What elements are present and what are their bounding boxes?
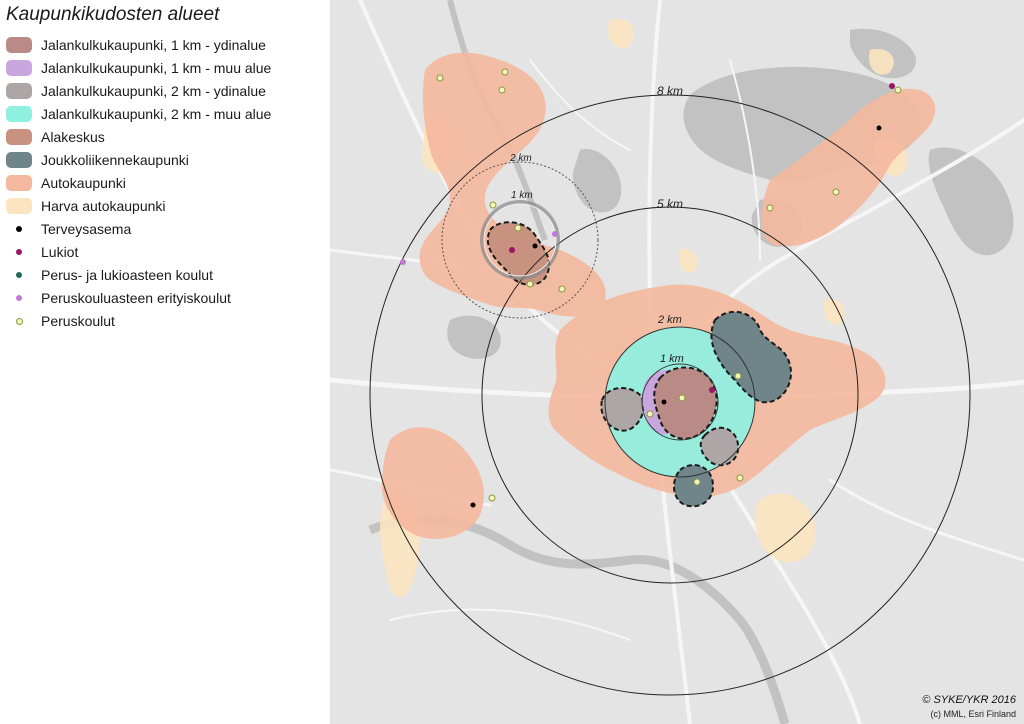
legend-label: Autokaupunki [41, 175, 126, 191]
legend-swatch [6, 152, 32, 168]
legend-dot-icon [16, 226, 22, 232]
legend-symbol [6, 267, 32, 283]
river [368, 514, 790, 724]
road [389, 608, 631, 641]
legend-swatch [6, 37, 32, 53]
legend-label: Perus- ja lukioasteen koulut [41, 267, 213, 283]
legend-item: Harva autokaupunki [6, 196, 166, 216]
legend-label: Jalankulkukaupunki, 1 km - muu alue [41, 60, 272, 76]
legend-symbol [6, 290, 32, 306]
legend-item: Peruskouluasteen erityiskoulut [6, 288, 231, 308]
lake [928, 147, 1014, 256]
copyright-syke: © SYKE/YKR 2016 [922, 694, 1016, 706]
ring-5km-label: 5 km [657, 197, 684, 211]
erityiskoulu-point [552, 231, 558, 237]
legend-swatch [6, 198, 32, 214]
legend-dot-icon [16, 295, 22, 301]
legend-swatch [6, 106, 32, 122]
map-view[interactable]: 8 km 5 km 2 km 1 km 2 km 1 km © SYKE/YKR… [330, 0, 1024, 724]
legend-label: Terveysasema [41, 221, 132, 237]
legend-label: Jalankulkukaupunki, 1 km - ydinalue [41, 37, 266, 53]
road [828, 478, 1024, 562]
legend-dot-icon [16, 249, 22, 255]
lukio-point [509, 247, 515, 253]
legend-item: Terveysasema [6, 219, 131, 239]
ring-1km-main-label: 1 km [660, 353, 684, 365]
legend-swatch [6, 129, 32, 145]
legend-label: Peruskoulut [41, 313, 115, 329]
legend-item: Jalankulkukaupunki, 2 km - muu alue [6, 104, 271, 124]
legend-label: Lukiot [41, 244, 79, 260]
legend-dot-icon [15, 317, 23, 325]
legend-item: Lukiot [6, 242, 78, 262]
erityiskoulu-point [400, 259, 406, 265]
legend-item: Joukkoliikennekaupunki [6, 150, 189, 170]
legend-dot-icon [16, 272, 22, 278]
legend-label: Peruskouluasteen erityiskoulut [41, 290, 231, 306]
ring-2km-sub-label: 2 km [510, 153, 532, 164]
legend-swatch [6, 175, 32, 191]
legend-swatch [6, 60, 32, 76]
ring-2km-main-label: 2 km [658, 314, 682, 326]
legend-panel: Kaupunkikudosten alueet Jalankulkukaupun… [0, 0, 330, 724]
legend-item: Jalankulkukaupunki, 2 km - ydinalue [6, 81, 266, 101]
lake [447, 315, 501, 359]
legend-symbol [6, 313, 32, 329]
ring-8km-label: 8 km [657, 84, 684, 98]
legend-label: Jalankulkukaupunki, 2 km - muu alue [41, 106, 272, 122]
legend-label: Harva autokaupunki [41, 198, 166, 214]
legend-label: Jalankulkukaupunki, 2 km - ydinalue [41, 83, 266, 99]
legend-item: Autokaupunki [6, 173, 126, 193]
copyright-mml: (c) MML, Esri Finland [930, 709, 1016, 719]
legend-symbol [6, 244, 32, 260]
lukio-point [889, 83, 895, 89]
legend-symbol [6, 221, 32, 237]
legend-item: Jalankulkukaupunki, 1 km - ydinalue [6, 35, 266, 55]
legend-label: Alakeskus [41, 129, 105, 145]
legend-item: Perus- ja lukioasteen koulut [6, 265, 213, 285]
legend-title: Kaupunkikudosten alueet [6, 4, 220, 25]
legend-item: Peruskoulut [6, 311, 115, 331]
legend-item: Alakeskus [6, 127, 105, 147]
legend-item: Jalankulkukaupunki, 1 km - muu alue [6, 58, 271, 78]
legend-label: Joukkoliikennekaupunki [41, 152, 189, 168]
legend-swatch [6, 83, 32, 99]
ring-1km-sub-label: 1 km [511, 190, 533, 201]
lake [572, 149, 622, 213]
lukio-point [709, 387, 715, 393]
